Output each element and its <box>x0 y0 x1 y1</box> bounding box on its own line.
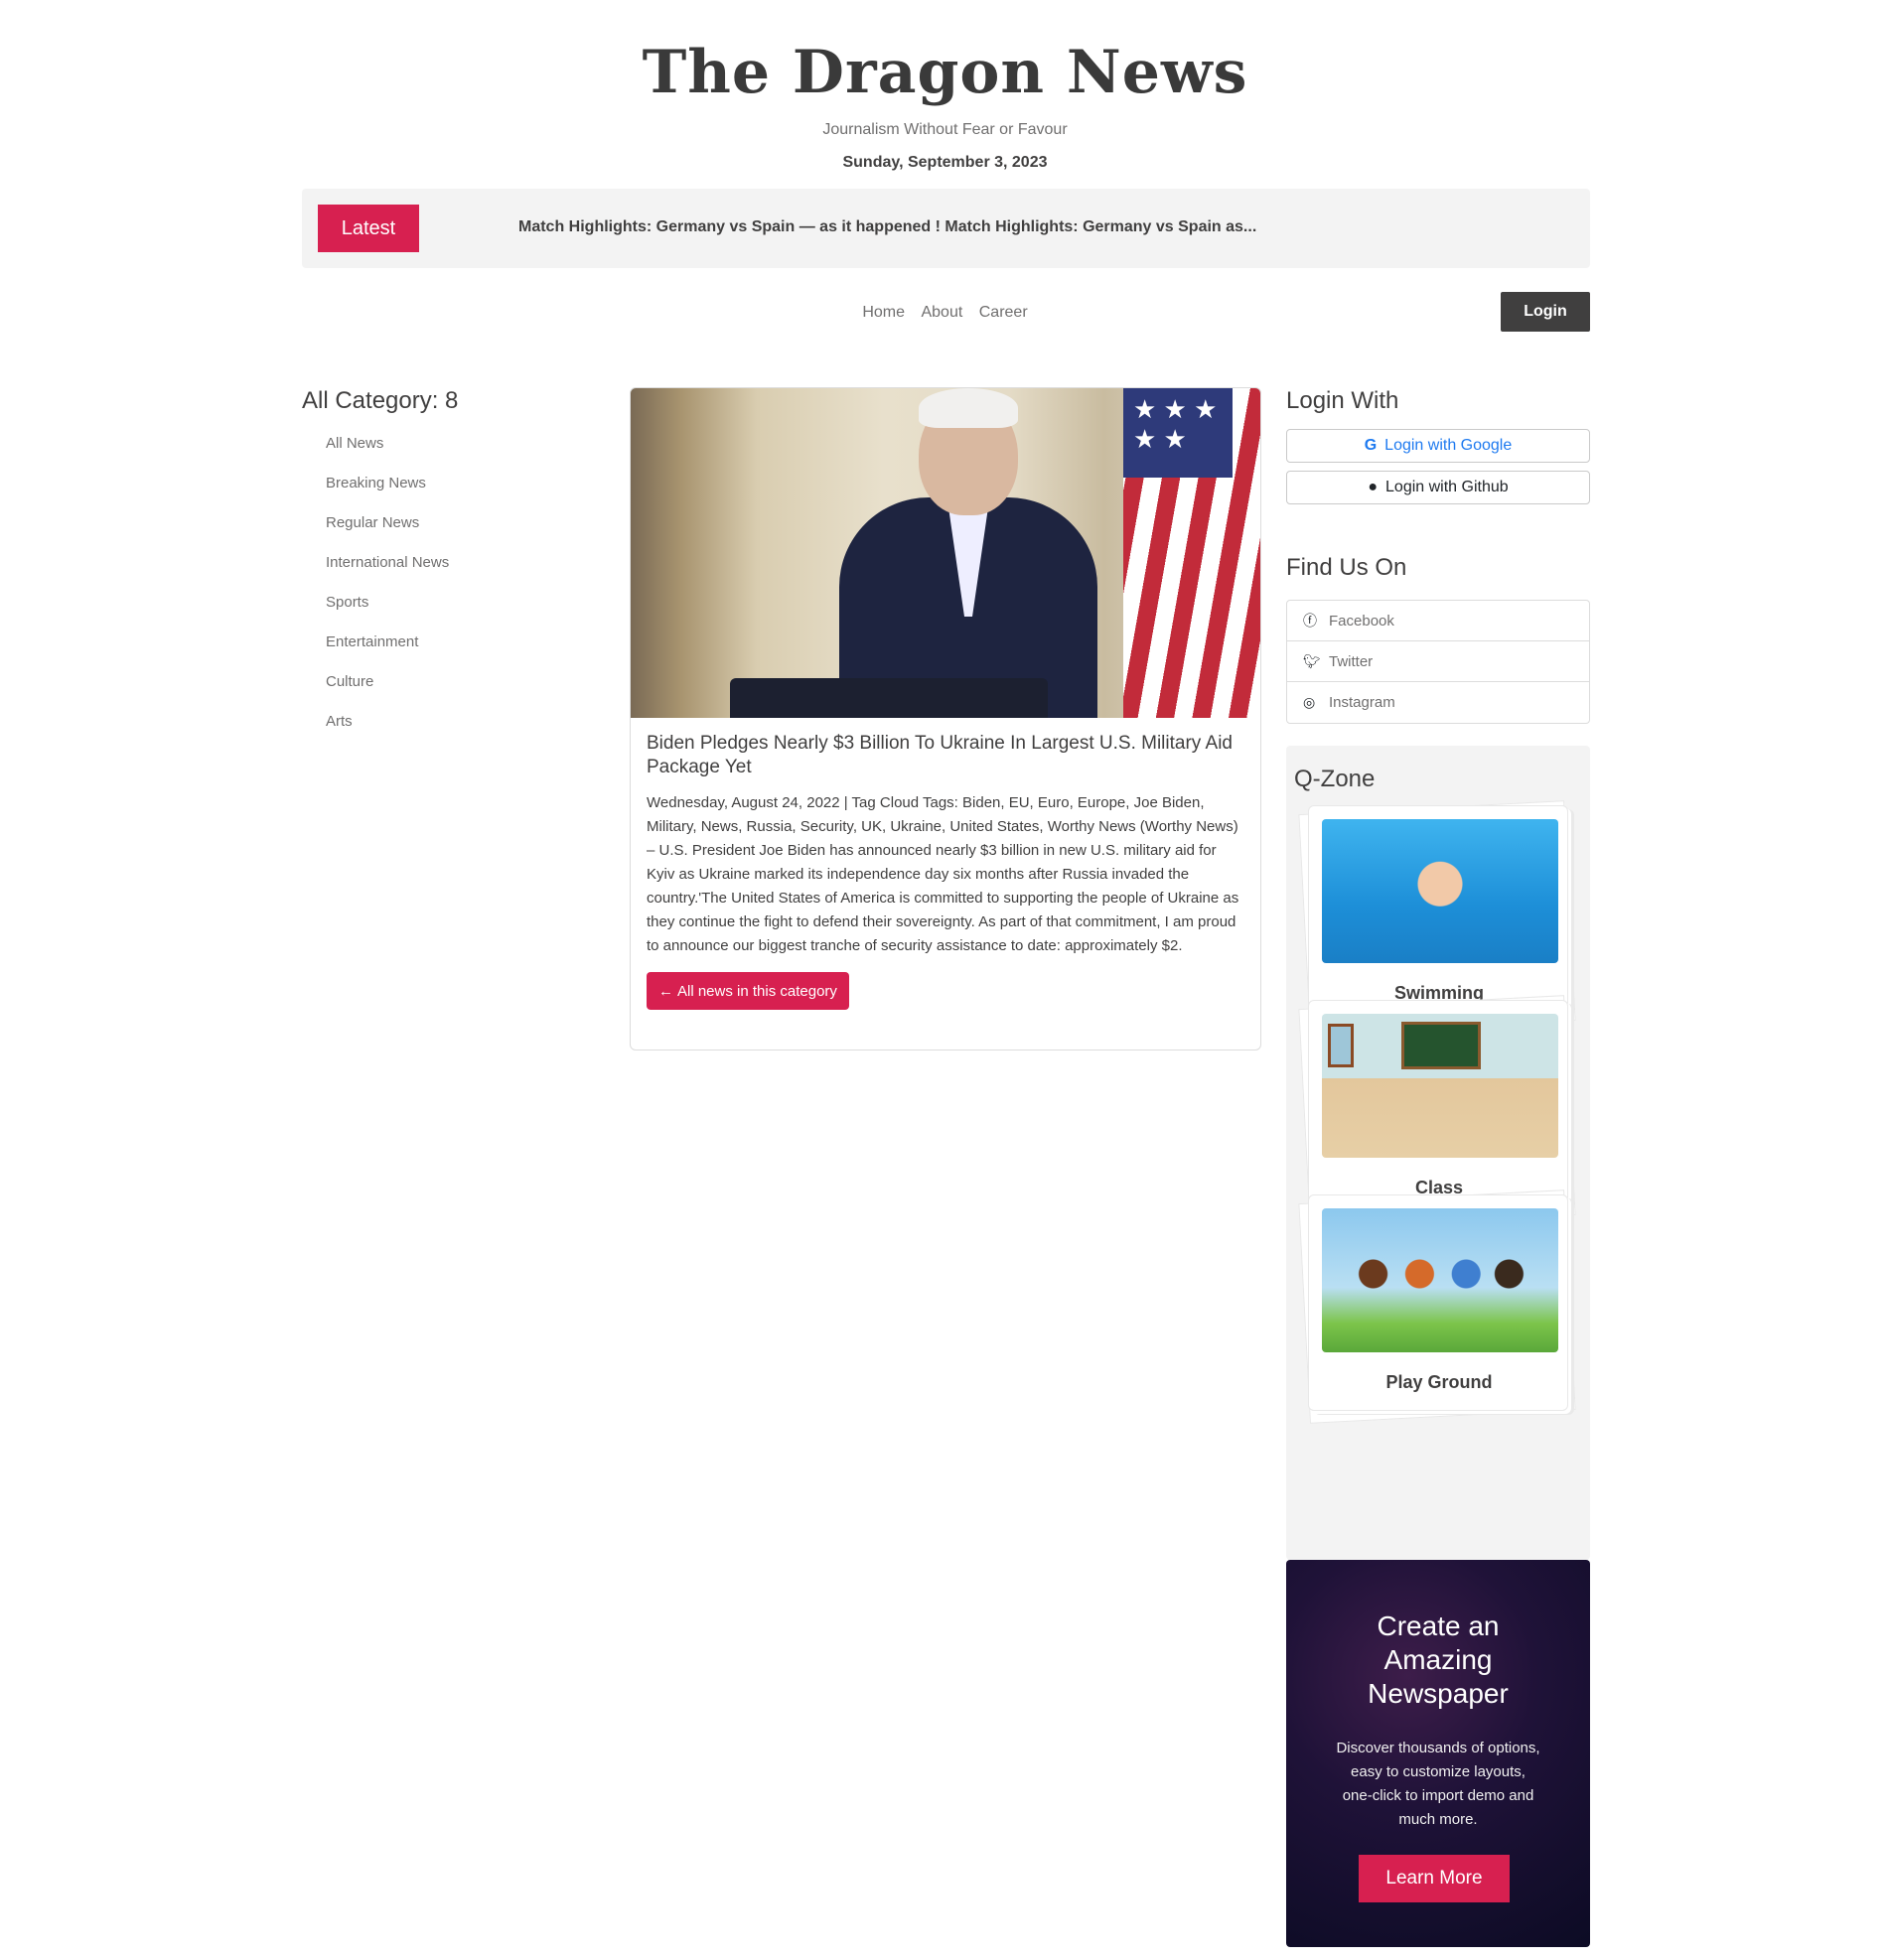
swimming-image <box>1322 819 1558 963</box>
category-list: All News Breaking News Regular News Inte… <box>302 429 600 747</box>
promo-title: Create an Amazing Newspaper <box>1368 1610 1509 1709</box>
login-google-button[interactable]: G Login with Google <box>1286 429 1590 463</box>
nav-home[interactable]: Home <box>862 304 905 321</box>
current-date: Sunday, September 3, 2023 <box>842 154 1048 171</box>
instagram-link[interactable]: ◎ Instagram <box>1287 682 1589 723</box>
login-github-label: Login with Github <box>1385 479 1509 495</box>
window-shape <box>1328 1024 1354 1067</box>
category-sports[interactable]: Sports <box>326 588 600 628</box>
twitter-icon: 🐦︎ <box>1303 652 1321 669</box>
speaker-hair <box>919 388 1018 428</box>
playground-label: Play Ground <box>1385 1372 1493 1392</box>
category-regular-news[interactable]: Regular News <box>326 508 600 548</box>
arrow-left-icon: ← <box>658 982 673 1000</box>
qzone-card-play-ground[interactable]: Play Ground <box>1308 1194 1568 1411</box>
all-news-category-button[interactable]: ← All news in this category <box>647 972 849 1010</box>
twitter-label: Twitter <box>1329 652 1374 670</box>
facebook-icon: ⓕ <box>1303 613 1317 629</box>
find-us-title: Find Us On <box>1286 554 1407 581</box>
category-sidebar: All Category: 8 All News Breaking News R… <box>302 387 600 747</box>
facebook-link[interactable]: ⓕ Facebook <box>1287 601 1589 641</box>
podium <box>730 678 1048 718</box>
speaker-figure <box>839 388 1097 718</box>
news-ticker[interactable]: Match Highlights: Germany vs Spain — as … <box>518 218 1256 236</box>
nav-career[interactable]: Career <box>979 304 1028 321</box>
category-international-news[interactable]: International News <box>326 548 600 588</box>
category-title: All Category: 8 <box>302 387 459 414</box>
site-logo[interactable]: The Dragon News <box>0 38 1890 107</box>
news-image: ★ ★ ★ ★ ★ <box>631 388 1260 718</box>
right-sidebar: Login With G Login with Google ● Login w… <box>1286 387 1590 1947</box>
facebook-label: Facebook <box>1329 612 1394 630</box>
qzone-card-swimming[interactable]: Swimming <box>1308 805 1568 1022</box>
promo-banner: Create an Amazing Newspaper Discover tho… <box>1286 1560 1590 1947</box>
google-icon: G <box>1364 437 1378 454</box>
main-nav: Home About Career <box>0 304 1890 322</box>
news-body: Biden Pledges Nearly $3 Billion To Ukrai… <box>631 718 1260 1024</box>
category-breaking-news[interactable]: Breaking News <box>326 469 600 508</box>
q-zone-title: Q-Zone <box>1294 766 1376 792</box>
login-github-button[interactable]: ● Login with Github <box>1286 471 1590 504</box>
latest-button[interactable]: Latest <box>318 205 419 252</box>
login-button[interactable]: Login <box>1501 292 1590 332</box>
news-title[interactable]: Biden Pledges Nearly $3 Billion To Ukrai… <box>647 732 1244 779</box>
class-image <box>1322 1014 1558 1158</box>
chalkboard-shape <box>1401 1022 1481 1069</box>
login-with-title: Login With <box>1286 387 1399 414</box>
nav-about[interactable]: About <box>921 304 962 321</box>
kids-shape <box>1352 1253 1530 1323</box>
learn-more-button[interactable]: Learn More <box>1359 1855 1510 1902</box>
github-icon: ● <box>1368 479 1379 495</box>
flag-canton: ★ ★ ★ ★ ★ <box>1123 388 1233 478</box>
category-entertainment[interactable]: Entertainment <box>326 628 600 667</box>
all-news-category-label: All news in this category <box>677 982 837 1000</box>
news-card: ★ ★ ★ ★ ★ Biden Pledges Nearly $3 Billio… <box>630 387 1261 1050</box>
category-arts[interactable]: Arts <box>326 707 600 747</box>
qzone-card-class[interactable]: Class <box>1308 1000 1568 1216</box>
latest-news-bar: Latest Match Highlights: Germany vs Spai… <box>302 189 1590 268</box>
playground-image <box>1322 1208 1558 1352</box>
find-us-list: ⓕ Facebook 🐦︎ Twitter ◎ Instagram <box>1286 600 1590 724</box>
site-tagline: Journalism Without Fear or Favour <box>822 121 1068 138</box>
instagram-icon: ◎ <box>1303 694 1316 710</box>
news-excerpt: Wednesday, August 24, 2022 | Tag Cloud T… <box>647 794 1239 954</box>
category-culture[interactable]: Culture <box>326 667 600 707</box>
instagram-label: Instagram <box>1329 694 1395 711</box>
promo-text: Discover thousands of options, easy to c… <box>1336 1740 1540 1828</box>
twitter-link[interactable]: 🐦︎ Twitter <box>1287 641 1589 682</box>
login-google-label: Login with Google <box>1384 437 1513 454</box>
category-all-news[interactable]: All News <box>326 429 600 469</box>
q-zone: Q-Zone Swimming Class Play Ground <box>1286 746 1590 1560</box>
